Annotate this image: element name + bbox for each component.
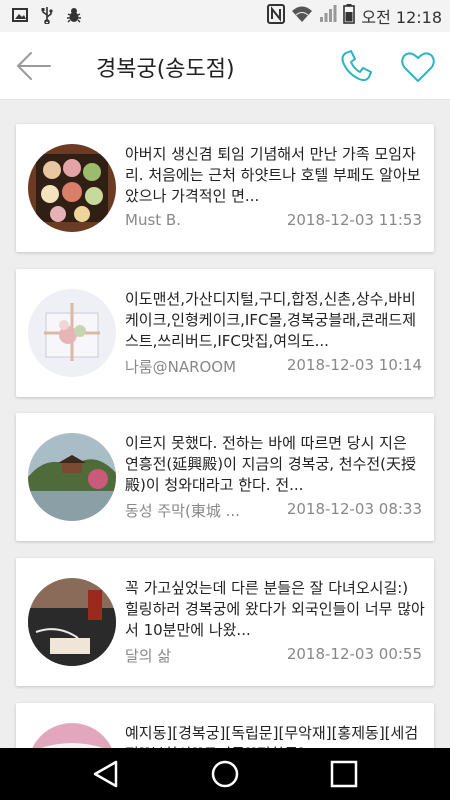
bug-icon [66,7,82,27]
post-thumbnail-cake [28,289,116,377]
heart-icon [401,52,435,82]
post-snippet: 꼭 가고싶었는데 다른 분들은 잘 다녀오시길:) 힐링하러 경복궁에 왔다가 … [125,579,425,639]
nav-home-button[interactable] [209,758,241,790]
post-card[interactable]: 예지동][경복궁][독립문][무악재][홍제동][세검정][북한산][구기동][… [16,703,434,748]
status-right-icons: 오전 12:18 [267,4,442,28]
post-thumbnail-poster [28,723,116,748]
home-circle-icon [211,760,239,788]
post-date: 2018-12-03 08:33 [286,500,422,518]
post-date: 2018-12-03 10:14 [286,356,422,374]
post-card[interactable]: 아버지 생신겸 퇴임 기념해서 만난 가족 모임자리. 처음에는 근처 하얏트나… [16,124,434,252]
nfc-icon [267,4,286,28]
post-card[interactable]: 꼭 가고싶었는데 다른 분들은 잘 다녀오시길:) 힐링하러 경복궁에 왔다가 … [16,558,434,686]
nav-back-button[interactable] [90,758,122,790]
battery-icon [343,4,356,28]
post-snippet: 예지동][경복궁][독립문][무악재][홍제동][세검정][북한산][구기동][… [125,724,419,748]
arrow-left-icon [16,52,51,80]
status-time: 오전 12:18 [361,8,442,27]
post-date: 2018-12-03 00:55 [286,645,422,663]
page-title: 경복궁(송도점) [96,57,235,82]
post-card[interactable]: 이르지 못했다. 전하는 바에 따르면 당시 지은 연흥전(延興殿)이 지금의 … [16,413,434,541]
post-card[interactable]: 이도맨션,가산디지털,구디,합정,신촌,상수,바비케이크,인형케이크,IFC몰,… [16,269,434,397]
status-left-icons [12,6,82,28]
post-author: 나룸@NAROOM [125,358,237,376]
post-snippet: 이르지 못했다. 전하는 바에 따르면 당시 지은 연흥전(延興殿)이 지금의 … [125,434,417,494]
call-button[interactable] [338,48,374,84]
signal-icon [319,5,337,27]
post-date: 2018-12-03 11:53 [286,211,422,229]
post-author: 달의 삶 [125,647,172,665]
app-bar: 경복궁(송도점) [0,32,450,100]
post-author: Must B. [125,211,181,229]
post-author: 동성 주막(東城 ... [125,502,240,520]
system-nav-bar [0,748,450,800]
back-button[interactable] [14,48,54,84]
wifi-icon [291,5,313,27]
post-snippet: 아버지 생신겸 퇴임 기념해서 만난 가족 모임자리. 처음에는 근처 하얏트나… [125,145,421,205]
phone-icon [341,50,372,82]
post-thumbnail-palace [28,433,116,521]
post-list[interactable]: 아버지 생신겸 퇴임 기념해서 만난 가족 모임자리. 처음에는 근처 하얏트나… [0,100,450,748]
post-snippet: 이도맨션,가산디지털,구디,합정,신촌,상수,바비케이크,인형케이크,IFC몰,… [125,290,416,350]
favorite-button[interactable] [400,50,436,84]
image-icon [12,7,28,27]
post-thumbnail-desk [28,578,116,666]
usb-icon [40,6,54,28]
status-bar: 오전 12:18 [0,0,450,32]
nav-recents-button[interactable] [328,758,360,790]
back-triangle-icon [93,760,118,788]
post-thumbnail-food [28,144,116,232]
recents-square-icon [330,760,358,788]
